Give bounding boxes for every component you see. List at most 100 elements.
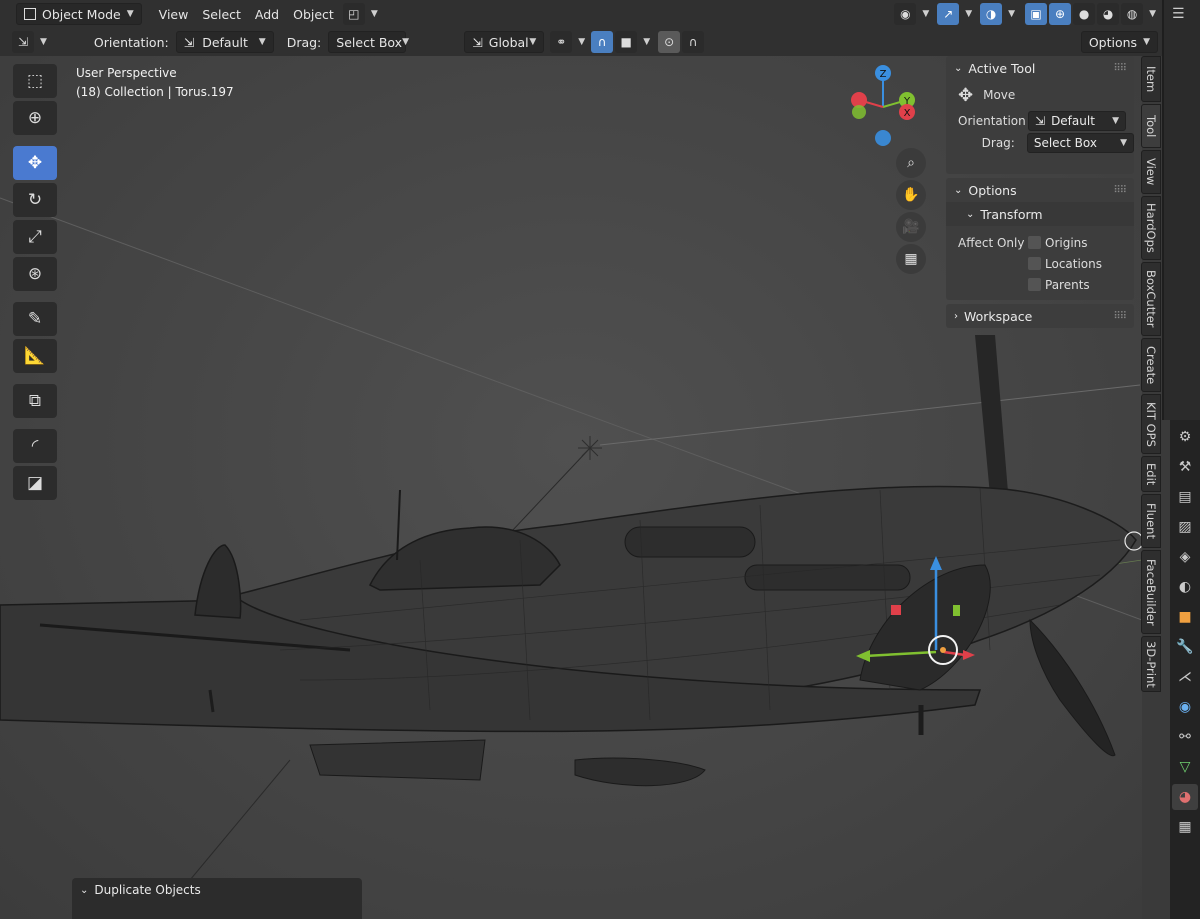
tab-item[interactable]: Item xyxy=(1141,56,1161,102)
zoom-icon[interactable]: ⌕ xyxy=(896,148,926,178)
boxcutter-tool-icon[interactable]: ◜ xyxy=(13,429,57,463)
add-cube-tool-icon[interactable]: ⧉ xyxy=(13,384,57,418)
expand-chevron-icon: › xyxy=(954,310,958,322)
object-props-icon[interactable]: ■ xyxy=(1172,604,1198,630)
options-dropdown[interactable]: Options ▼ xyxy=(1080,31,1158,53)
snap-target-icon[interactable]: ■ xyxy=(615,31,638,53)
orientation-icon: ⇲ xyxy=(183,34,195,50)
chevron-down-icon[interactable]: ▼ xyxy=(922,9,929,19)
cursor-tool-icon[interactable]: ⊕ xyxy=(13,101,57,135)
orientation-value: Default xyxy=(202,34,248,50)
redo-panel-header[interactable]: ⌄ Duplicate Objects xyxy=(72,878,362,902)
locations-checkbox[interactable] xyxy=(1028,257,1041,270)
chevron-down-icon[interactable]: ▼ xyxy=(1149,9,1156,19)
tab-3d-print[interactable]: 3D-Print xyxy=(1141,636,1161,692)
material-shading-icon[interactable]: ◕ xyxy=(1097,3,1120,25)
chevron-down-icon[interactable]: ▼ xyxy=(371,9,378,19)
particles-props-icon[interactable]: ⋌ xyxy=(1172,664,1198,690)
solid-shading-icon[interactable]: ● xyxy=(1073,3,1096,25)
overlays-icon[interactable]: ◑ xyxy=(980,3,1003,25)
outliner-menu-icon[interactable]: ☰ xyxy=(1172,6,1200,22)
tab-facebuilder[interactable]: FaceBuilder xyxy=(1141,550,1161,634)
chevron-down-icon[interactable]: ▼ xyxy=(965,9,972,19)
options-header[interactable]: ⌄ Options ⠿⠿ xyxy=(946,178,1134,202)
annotate-tool-icon[interactable]: ✎ xyxy=(13,302,57,336)
affect-only-label: Affect Only xyxy=(958,235,1025,250)
np-orientation-dropdown[interactable]: ⇲ Default ▼ xyxy=(1028,111,1126,131)
pivot-point-icon[interactable]: ⚭ xyxy=(550,31,573,53)
np-drag-dropdown[interactable]: Select Box ▼ xyxy=(1026,133,1134,153)
render-props-icon[interactable]: ⚒ xyxy=(1172,454,1198,480)
snap-magnet-icon[interactable]: ∩ xyxy=(591,31,614,53)
modifier-props-icon[interactable]: 🔧 xyxy=(1172,634,1198,660)
navigation-gizmo[interactable]: Z X Y xyxy=(845,60,925,160)
drag-grip-icon[interactable]: ⠿⠿ xyxy=(1113,63,1127,74)
origins-checkbox[interactable] xyxy=(1028,236,1041,249)
chevron-down-icon[interactable]: ▼ xyxy=(578,37,585,47)
menu-view[interactable]: View xyxy=(152,3,196,25)
transform-subheader[interactable]: ⌄ Transform xyxy=(946,202,1134,226)
orientation-dropdown[interactable]: ⇲ Default ▼ xyxy=(175,31,274,53)
menu-add[interactable]: Add xyxy=(248,3,286,25)
drag-dropdown[interactable]: Select Box ▼ xyxy=(328,31,409,53)
wireframe-shading-icon[interactable]: ⊕ xyxy=(1049,3,1072,25)
view-layer-props-icon[interactable]: ▨ xyxy=(1172,514,1198,540)
measure-tool-icon[interactable]: 📐 xyxy=(13,339,57,373)
tab-label: 3D-Print xyxy=(1144,640,1158,688)
scene-props-icon[interactable]: ◈ xyxy=(1172,544,1198,570)
chevron-down-icon[interactable]: ▼ xyxy=(40,37,47,47)
np-drag-label: Drag: xyxy=(981,136,1015,150)
mode-label: Object Mode xyxy=(42,6,121,22)
data-props-icon[interactable]: ▽ xyxy=(1172,754,1198,780)
falloff-curve-icon[interactable]: ∩ xyxy=(682,31,705,53)
proportional-edit-icon[interactable]: ⊙ xyxy=(658,31,681,53)
physics-props-icon[interactable]: ◉ xyxy=(1172,694,1198,720)
scale-tool-icon[interactable]: ⤢ xyxy=(13,220,57,254)
rotate-tool-icon[interactable]: ↻ xyxy=(13,183,57,217)
gizmo-toggle-icon[interactable]: ↗ xyxy=(937,3,960,25)
tab-view[interactable]: View xyxy=(1141,150,1161,194)
parents-checkbox[interactable] xyxy=(1028,278,1041,291)
chevron-down-icon[interactable]: ▼ xyxy=(643,37,650,47)
transform-orientation-dropdown[interactable]: ⇲ Global ▼ xyxy=(464,31,545,53)
chevron-down-icon[interactable]: ▼ xyxy=(1008,9,1015,19)
tab-boxcutter[interactable]: BoxCutter xyxy=(1141,262,1161,336)
tab-fluent[interactable]: Fluent xyxy=(1141,494,1161,548)
camera-view-icon[interactable]: 🎥 xyxy=(896,212,926,242)
gizmo-x-label: X xyxy=(904,108,911,119)
locations-label: Locations xyxy=(1045,256,1103,271)
shading-cage-icon[interactable]: ◰ xyxy=(342,3,365,25)
transform-tool-icon[interactable]: ⊛ xyxy=(13,257,57,291)
active-tool-header[interactable]: ⌄ Active Tool ⠿⠿ xyxy=(946,56,1134,80)
workspace-header[interactable]: › Workspace ⠿⠿ xyxy=(946,304,1134,328)
drag-grip-icon[interactable]: ⠿⠿ xyxy=(1113,185,1127,196)
tool-props-icon[interactable]: ⚙ xyxy=(1172,424,1198,450)
hardops-tool-icon[interactable]: ◪ xyxy=(13,466,57,500)
tab-label: BoxCutter xyxy=(1144,270,1158,328)
visibility-eye-icon[interactable]: ◉ xyxy=(894,3,917,25)
constraints-props-icon[interactable]: ⚯ xyxy=(1172,724,1198,750)
tab-tool[interactable]: Tool xyxy=(1141,104,1161,148)
tool-settings-icon[interactable]: ⇲ xyxy=(12,31,34,53)
mode-dropdown[interactable]: Object Mode ▼ xyxy=(16,3,142,25)
tab-create[interactable]: Create xyxy=(1141,338,1161,392)
texture-props-icon[interactable]: ▦ xyxy=(1172,814,1198,840)
xray-toggle-icon[interactable]: ▣ xyxy=(1025,3,1048,25)
tab-kit-ops[interactable]: KIT OPS xyxy=(1141,394,1161,454)
tab-label: Create xyxy=(1144,345,1158,385)
menu-select[interactable]: Select xyxy=(195,3,248,25)
menu-object[interactable]: Object xyxy=(286,3,341,25)
drag-grip-icon[interactable]: ⠿⠿ xyxy=(1113,311,1127,322)
tab-hardops[interactable]: HardOps xyxy=(1141,196,1161,260)
move-tool-icon[interactable]: ✥ xyxy=(13,146,57,180)
output-props-icon[interactable]: ▤ xyxy=(1172,484,1198,510)
tab-label: HardOps xyxy=(1144,203,1158,253)
rendered-shading-icon[interactable]: ◍ xyxy=(1121,3,1144,25)
ortho-grid-icon[interactable]: ▦ xyxy=(896,244,926,274)
tab-edit[interactable]: Edit xyxy=(1141,456,1161,492)
redo-last-panel[interactable]: ⌄ Duplicate Objects xyxy=(72,878,362,919)
select-box-tool-icon[interactable]: ⬚ xyxy=(13,64,57,98)
material-props-icon[interactable]: ◕ xyxy=(1172,784,1198,810)
world-props-icon[interactable]: ◐ xyxy=(1172,574,1198,600)
pan-hand-icon[interactable]: ✋ xyxy=(896,180,926,210)
